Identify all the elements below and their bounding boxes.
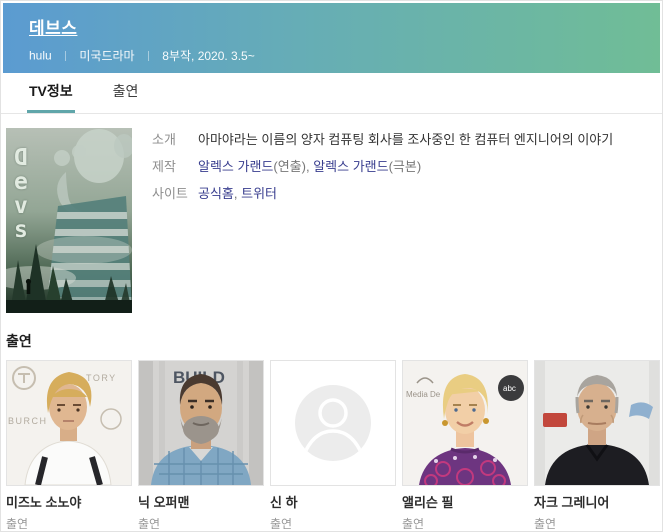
abc-logo-text: abc <box>503 384 516 393</box>
show-poster[interactable]: D e v s <box>6 128 132 313</box>
writer-link[interactable]: 알렉스 가랜드 <box>313 159 388 174</box>
cast-card[interactable]: 자크 그레니어 출연 <box>534 360 660 532</box>
cast-role: 출연 <box>138 515 264 532</box>
intro-text: 아마야라는 이름의 양자 컴퓨팅 회사를 조사중인 한 컴퓨터 엔지니어의 이야… <box>198 130 613 149</box>
tab-tv-info[interactable]: TV정보 <box>27 81 75 113</box>
channel-label: hulu <box>29 49 52 63</box>
poster-logo-letter: D <box>14 146 28 170</box>
poster-logo-letter: s <box>14 218 28 242</box>
cast-card[interactable]: BUILD <box>138 360 264 532</box>
tab-cast[interactable]: 출연 <box>111 81 141 113</box>
backdrop-text: Media De <box>406 390 441 399</box>
official-site-link[interactable]: 공식홈 <box>198 186 234 201</box>
show-meta: 소개 아마야라는 이름의 양자 컴퓨팅 회사를 조사중인 한 컴퓨터 엔지니어의… <box>152 128 657 313</box>
cast-role: 출연 <box>402 515 528 532</box>
show-header: 데브스 hulu 미국드라마 8부작, 2020. 3.5~ <box>3 3 660 73</box>
divider <box>148 51 149 61</box>
cast-card[interactable]: TORY BURCH <box>6 360 132 532</box>
cast-name[interactable]: 앨리슨 필 <box>402 492 528 511</box>
twitter-link[interactable]: 트위터 <box>241 186 277 201</box>
cast-role: 출연 <box>270 515 396 532</box>
cast-card[interactable]: 신 하 출연 <box>270 360 396 532</box>
episodes-label: 8부작, 2020. 3.5~ <box>162 49 254 63</box>
divider <box>65 51 66 61</box>
writer-role: (극본) <box>389 159 422 174</box>
cast-section-heading: 출연 <box>6 331 657 351</box>
backdrop-text: BURCH <box>8 416 48 426</box>
tv-info-panel: 데브스 hulu 미국드라마 8부작, 2020. 3.5~ TV정보 출연 <box>0 0 663 532</box>
cast-name[interactable]: 신 하 <box>270 492 396 511</box>
cast-name[interactable]: 닉 오퍼맨 <box>138 492 264 511</box>
production-value: 알렉스 가랜드(연출), 알렉스 가랜드(극본) <box>198 157 421 176</box>
site-value: 공식홈, 트위터 <box>198 184 277 203</box>
cast-photo-illustration: TORY BURCH <box>7 361 131 485</box>
cast-photo[interactable]: TORY BURCH <box>6 360 132 486</box>
intro-row: 소개 아마야라는 이름의 양자 컴퓨팅 회사를 조사중인 한 컴퓨터 엔지니어의… <box>152 130 657 149</box>
cast-section: 출연 TORY BURCH <box>6 331 657 532</box>
poster-logo-letter: v <box>14 194 28 218</box>
cast-card[interactable]: Media De abc <box>402 360 528 532</box>
cast-photo-illustration: Media De abc <box>403 361 527 485</box>
cast-role: 출연 <box>6 515 132 532</box>
cast-photo-illustration <box>535 361 659 485</box>
show-title-link[interactable]: 데브스 <box>29 14 77 39</box>
genre-label: 미국드라마 <box>79 49 134 63</box>
tab-bar: TV정보 출연 <box>1 73 662 114</box>
poster-logo-letter: e <box>14 170 28 194</box>
poster-devs-logo: D e v s <box>14 146 28 242</box>
cast-role: 출연 <box>534 515 660 532</box>
cast-photo[interactable] <box>270 360 396 486</box>
cast-photo[interactable]: BUILD <box>138 360 264 486</box>
production-row: 제작 알렉스 가랜드(연출), 알렉스 가랜드(극본) <box>152 157 657 176</box>
site-row: 사이트 공식홈, 트위터 <box>152 184 657 203</box>
cast-photo[interactable] <box>534 360 660 486</box>
director-link[interactable]: 알렉스 가랜드 <box>198 159 273 174</box>
site-label: 사이트 <box>152 184 198 203</box>
cast-name[interactable]: 미즈노 소노야 <box>6 492 132 511</box>
intro-label: 소개 <box>152 130 198 149</box>
cast-name[interactable]: 자크 그레니어 <box>534 492 660 511</box>
backdrop-text: TORY <box>86 373 117 383</box>
production-label: 제작 <box>152 157 198 176</box>
cast-photo[interactable]: Media De abc <box>402 360 528 486</box>
cast-photo-illustration: BUILD <box>139 361 263 485</box>
cast-card-list: TORY BURCH <box>6 360 657 532</box>
director-role: (연출) <box>273 159 306 174</box>
show-subinfo: hulu 미국드라마 8부작, 2020. 3.5~ <box>29 47 660 64</box>
person-placeholder-icon <box>271 361 395 485</box>
info-section: D e v s 소개 아마야라는 이름의 양자 컴퓨팅 회사를 조사중인 한 컴… <box>6 128 657 313</box>
